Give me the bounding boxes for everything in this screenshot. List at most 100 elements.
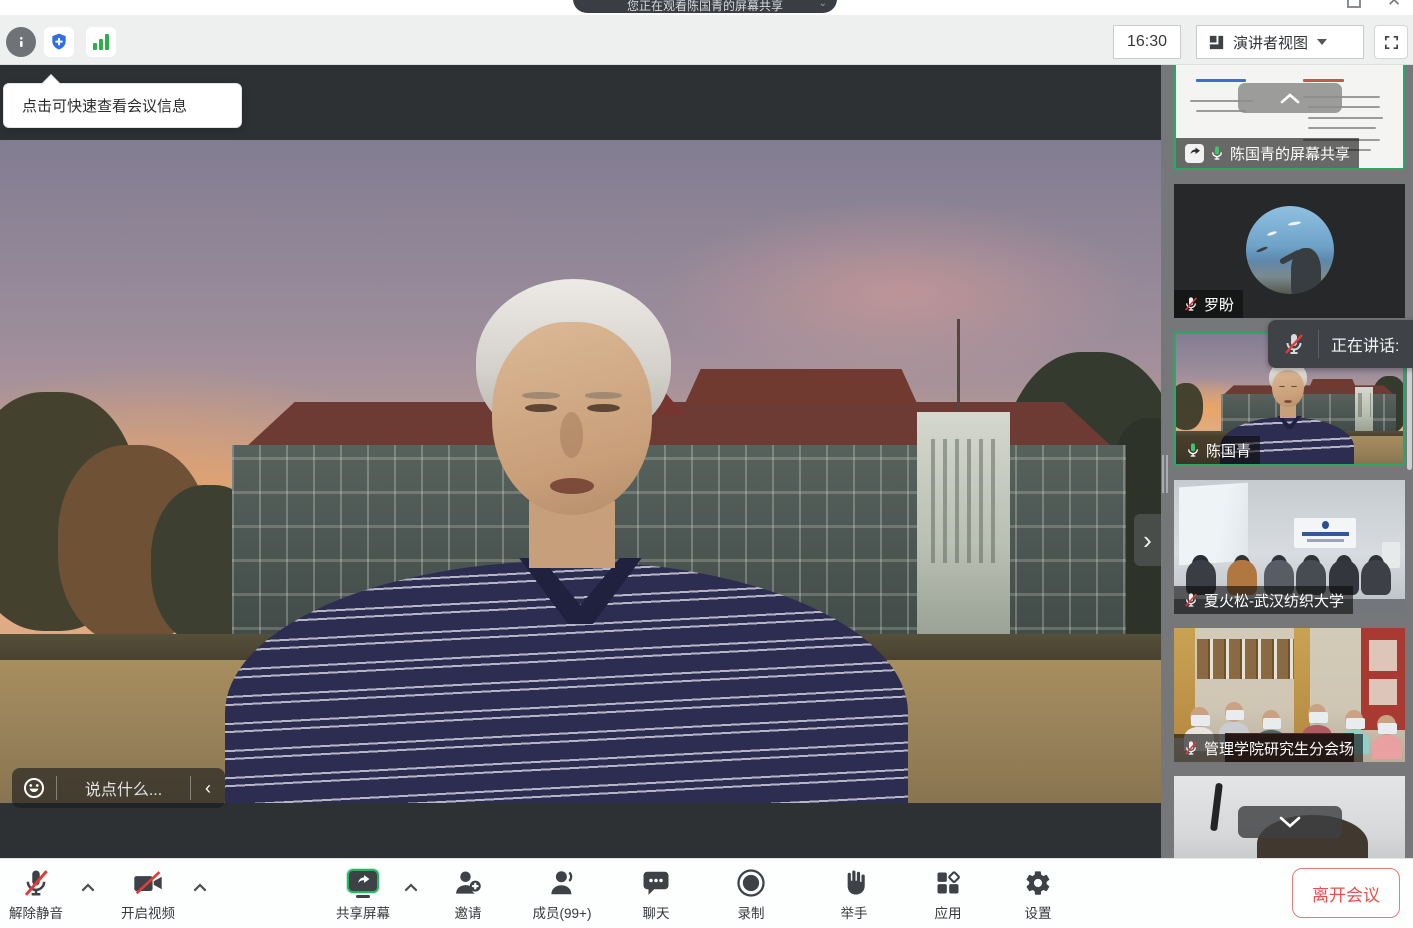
microphone-muted-icon (21, 866, 51, 900)
chat-bubble-icon (641, 866, 671, 900)
participant-name: 陈国青的屏幕共享 (1230, 143, 1350, 164)
meeting-time: 16:30 (1127, 33, 1167, 51)
speaker-video (0, 140, 1161, 803)
speaking-now-banner: 正在讲话: (1268, 320, 1413, 368)
participant-name: 陈国青 (1206, 440, 1251, 461)
mic-muted-icon (1183, 740, 1199, 756)
meeting-info-button[interactable] (6, 27, 36, 57)
chat-button[interactable]: 聊天 (606, 866, 706, 922)
tile-name-badge: 陈国青 (1176, 436, 1260, 464)
record-button[interactable]: 录制 (701, 866, 801, 922)
person-eye (587, 404, 620, 412)
participant-name: 夏火松-武汉纺织大学 (1204, 590, 1344, 611)
sidebar-collapse-button[interactable] (1238, 83, 1342, 113)
chat-quick-bar: 说点什么... ‹ (12, 768, 225, 808)
emoji-icon[interactable] (22, 776, 46, 800)
tile-participant-partial[interactable] (1174, 776, 1405, 858)
view-mode-label: 演讲者视图 (1233, 32, 1308, 53)
video-options-caret[interactable] (192, 881, 208, 893)
participant-name: 罗盼 (1204, 294, 1234, 315)
sidebar-expand-button[interactable]: › (1134, 514, 1161, 566)
tile-name-badge: 管理学院研究生分会场 (1174, 734, 1363, 762)
chat-input[interactable]: 说点什么... (67, 776, 180, 800)
speaker-person (0, 140, 1161, 803)
tooltip-text: 点击可快速查看会议信息 (22, 95, 187, 116)
audio-options-caret[interactable] (80, 881, 96, 893)
mic-muted-icon (1183, 296, 1199, 312)
tile-participant[interactable]: 夏火松-武汉纺织大学 (1174, 480, 1405, 614)
avatar (1246, 206, 1334, 294)
participant-name: 管理学院研究生分会场 (1204, 738, 1354, 759)
meeting-info-tooltip: 点击可快速查看会议信息 (3, 83, 242, 128)
speaker-video-scene (0, 140, 1161, 803)
chat-collapse-icon[interactable]: ‹ (201, 779, 215, 797)
camera-off-icon (132, 866, 164, 900)
share-options-caret[interactable] (403, 881, 419, 893)
tile-name-badge: 陈国青的屏幕共享 (1176, 138, 1359, 168)
sidebar-resize-handle[interactable] (1162, 455, 1171, 493)
tile-participant[interactable]: 罗盼 (1174, 184, 1405, 318)
divider (56, 776, 57, 800)
tile-participant[interactable]: 管理学院研究生分会场 (1174, 628, 1405, 762)
toolbar-label: 应用 (935, 902, 962, 922)
divider (190, 776, 191, 800)
meeting-window: 说点什么... ‹ › 点击可快速查看会议信息 (0, 0, 1413, 928)
screen-share-icon (1185, 144, 1204, 163)
tile-name-badge: 夏火松-武汉纺织大学 (1174, 586, 1353, 614)
invite-button[interactable]: 邀请 (418, 866, 518, 922)
members-button[interactable]: 成员(99+) (512, 866, 612, 922)
screen-share-title: 您正在观看陈国青的屏幕共享 (627, 0, 783, 13)
participants-sidebar: 陈国青的屏幕共享 罗盼 (1161, 65, 1413, 858)
speaker-view-icon (1207, 33, 1226, 52)
mic-muted-icon[interactable] (1282, 332, 1306, 356)
raise-hand-button[interactable]: 举手 (804, 866, 904, 922)
mic-active-icon (1209, 145, 1225, 161)
top-toolbar: 16:30 演讲者视图 (0, 15, 1413, 65)
speaking-now-text: 正在讲话: (1331, 332, 1399, 356)
meeting-timer[interactable]: 16:30 (1113, 25, 1181, 59)
bottom-toolbar: 解除静音 开启视频 共享屏幕 (0, 858, 1413, 928)
apps-button[interactable]: 应用 (898, 866, 998, 922)
settings-button[interactable]: 设置 (988, 866, 1088, 922)
tile-name-badge: 罗盼 (1174, 290, 1243, 318)
toolbar-label: 聊天 (643, 902, 670, 922)
start-video-button[interactable]: 开启视频 (98, 866, 198, 922)
toolbar-label: 录制 (738, 902, 765, 922)
leave-meeting-label: 离开会议 (1312, 881, 1380, 906)
chevron-down-icon (1317, 39, 1327, 45)
raise-hand-icon (840, 866, 868, 900)
network-signal-icon (93, 34, 109, 50)
person-eyebrow (522, 392, 559, 399)
toolbar-label: 设置 (1025, 902, 1052, 922)
fullscreen-button[interactable] (1374, 25, 1408, 59)
record-icon (736, 866, 766, 900)
leave-meeting-button[interactable]: 离开会议 (1292, 868, 1400, 918)
person-eyebrow (585, 392, 622, 399)
window-titlebar: 您正在观看陈国青的屏幕共享 ⌄ ✕ (0, 0, 1413, 15)
gear-icon (1024, 866, 1052, 900)
tile-screen-share[interactable]: 陈国青的屏幕共享 (1174, 65, 1405, 170)
invite-person-icon (453, 866, 483, 900)
chevron-down-icon: ⌄ (819, 0, 827, 11)
unmute-button[interactable]: 解除静音 (0, 866, 86, 922)
divider (1318, 330, 1319, 358)
maximize-button[interactable] (1347, 0, 1361, 8)
sidebar-scroll-down-button[interactable] (1238, 806, 1342, 838)
person-nose (560, 412, 583, 458)
toolbar-label: 举手 (841, 902, 868, 922)
toolbar-label: 成员(99+) (533, 902, 592, 922)
close-button[interactable]: ✕ (1387, 0, 1401, 11)
mic-muted-icon (1183, 592, 1199, 608)
mic-active-icon (1185, 442, 1201, 458)
members-icon (547, 866, 577, 900)
security-shield-button[interactable] (44, 27, 74, 57)
share-screen-icon (347, 866, 379, 900)
view-mode-selector[interactable]: 演讲者视图 (1196, 25, 1364, 59)
screen-share-title-pill[interactable]: 您正在观看陈国青的屏幕共享 ⌄ (573, 0, 837, 13)
share-screen-button[interactable]: 共享屏幕 (313, 866, 413, 922)
toolbar-label: 解除静音 (9, 902, 63, 922)
apps-grid-icon (934, 866, 962, 900)
toolbar-label: 邀请 (455, 902, 482, 922)
toolbar-label: 共享屏幕 (336, 902, 390, 922)
network-signal-button[interactable] (86, 27, 116, 57)
